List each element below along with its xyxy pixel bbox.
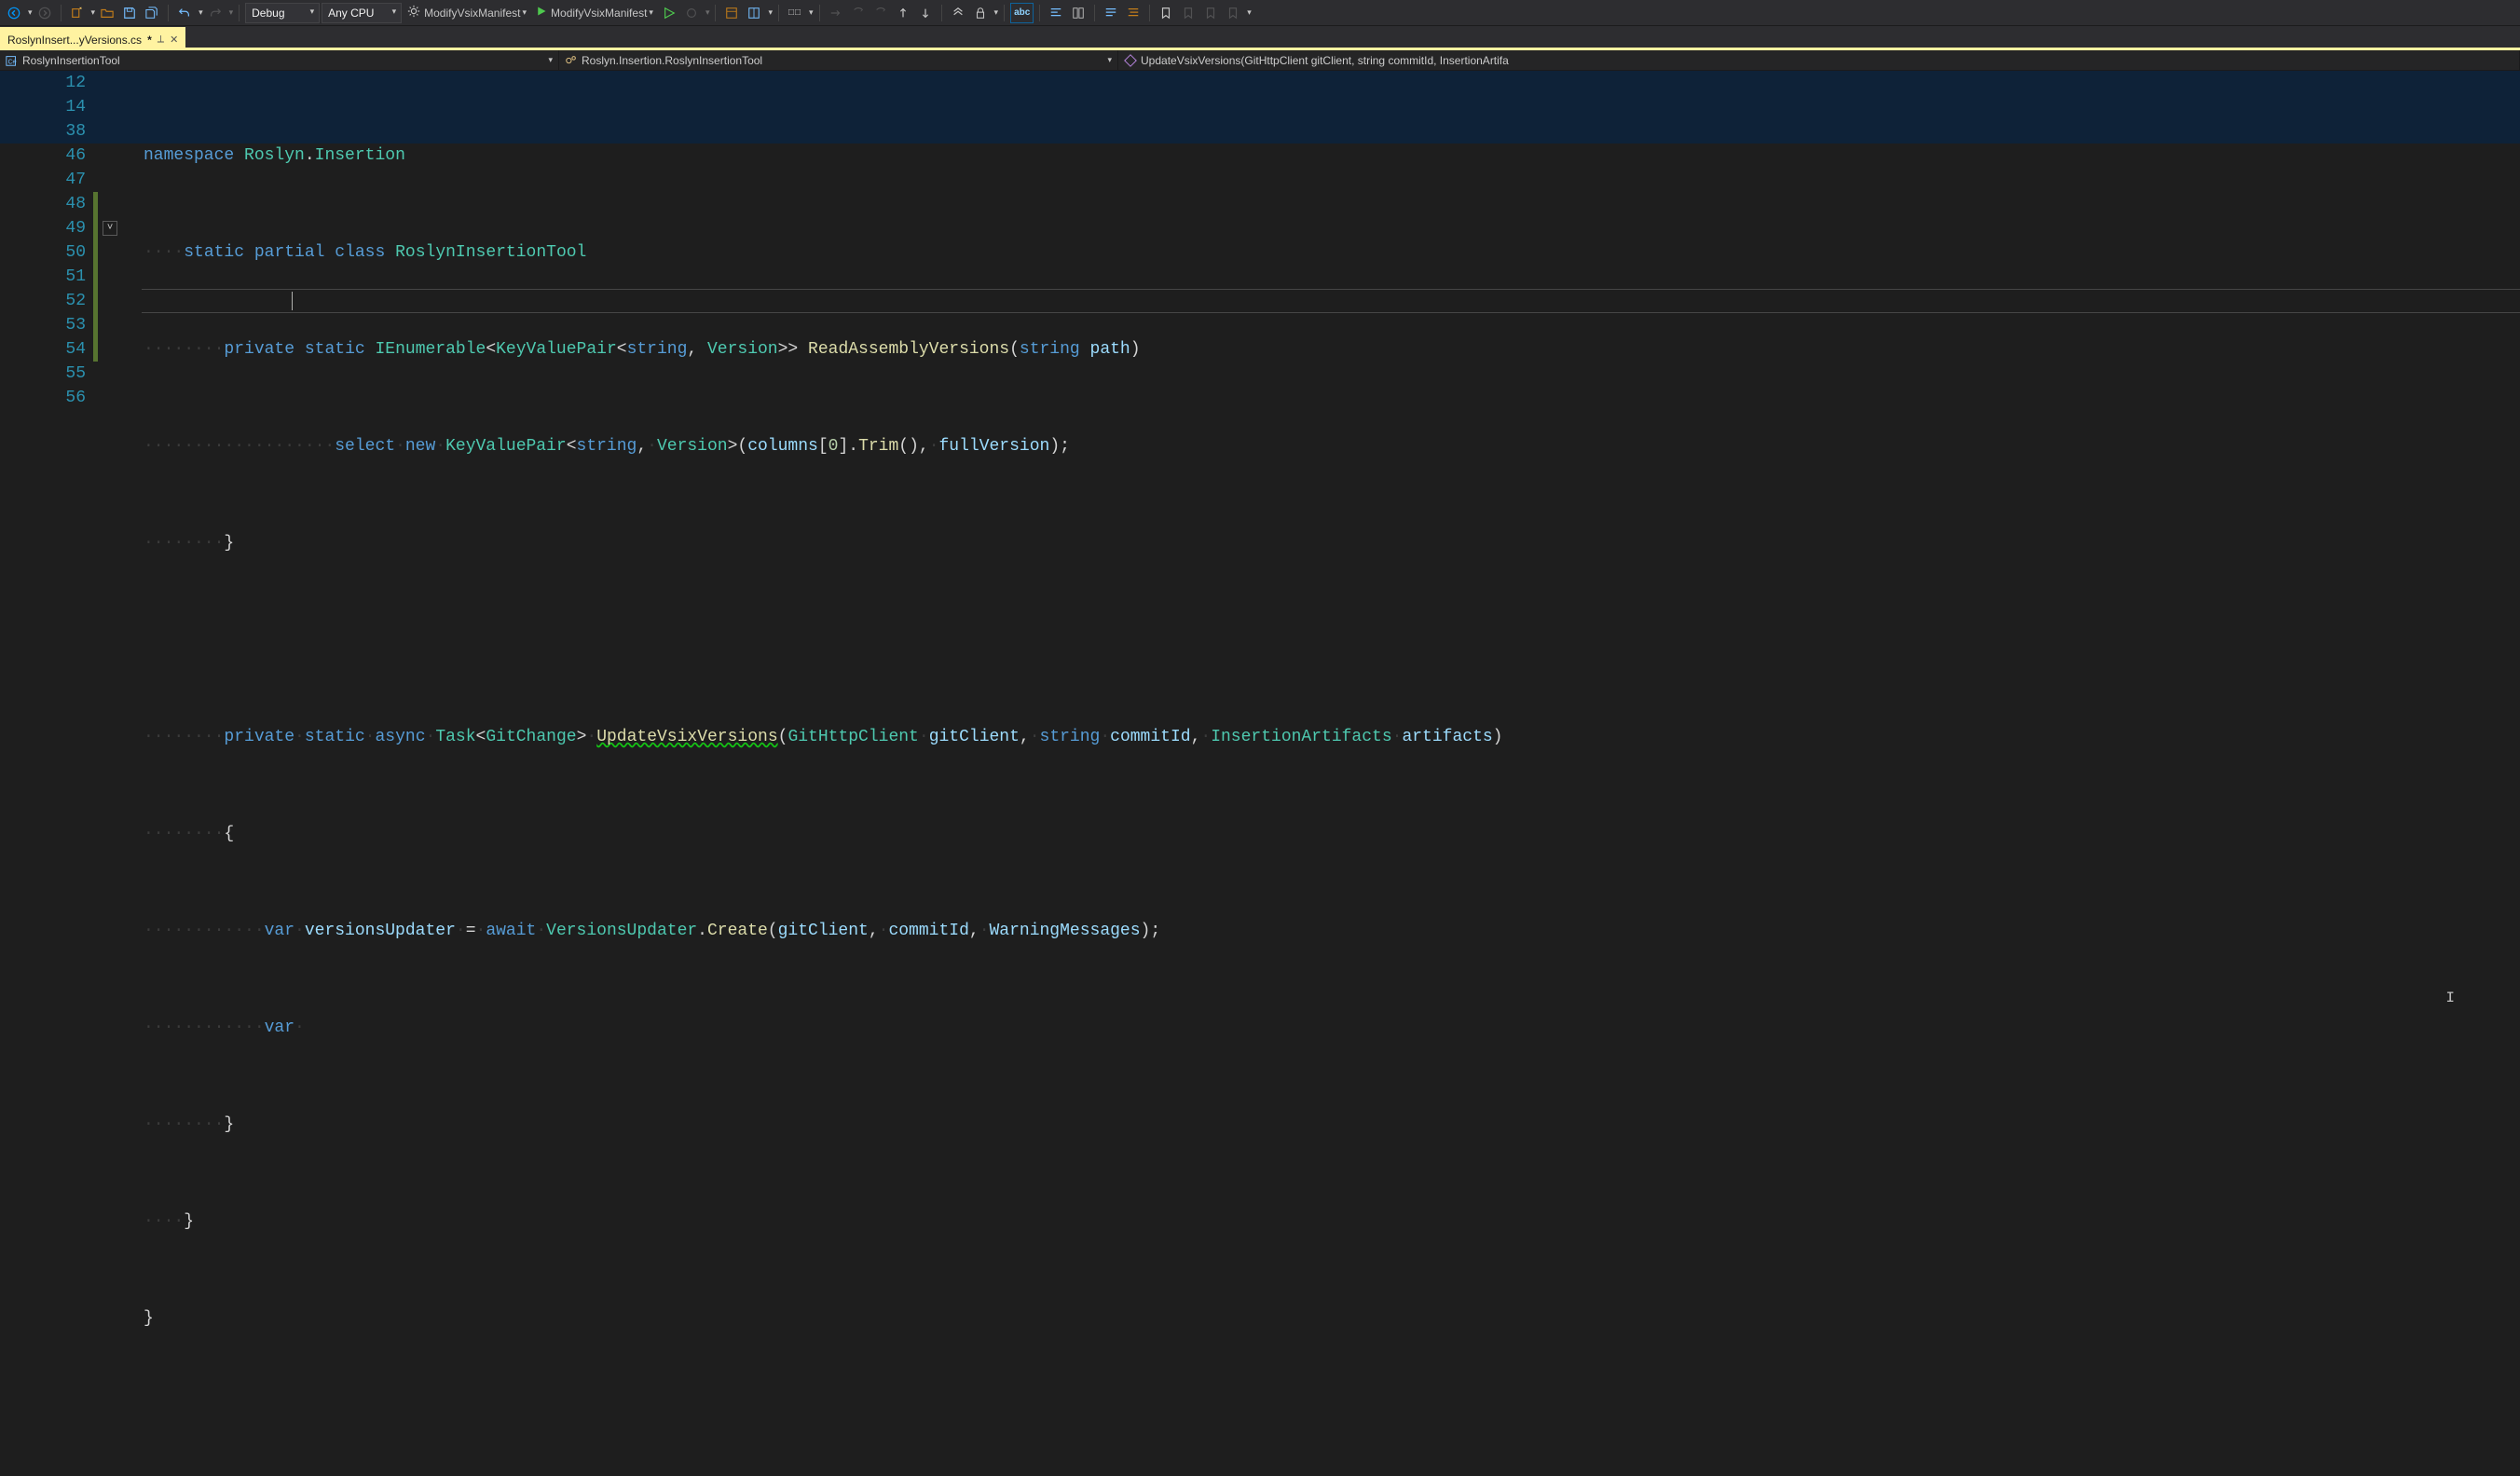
- save-all-icon[interactable]: [142, 3, 162, 23]
- code-line[interactable]: }: [144, 1306, 2520, 1331]
- open-file-icon[interactable]: [97, 3, 117, 23]
- undo-icon[interactable]: [174, 3, 195, 23]
- toolbar-separator: [168, 5, 169, 21]
- new-item-dropdown[interactable]: ▾: [91, 7, 96, 18]
- nav-forward-button: [34, 3, 55, 23]
- start-debug-button[interactable]: ModifyVsixManifest ▾: [532, 3, 657, 23]
- toolbar-separator: [61, 5, 62, 21]
- main-toolbar: ▾ ▾ ▾ ▾ Debug Any CPU ModifyVsixManifest…: [0, 0, 2520, 26]
- redo-icon[interactable]: [205, 3, 226, 23]
- line-number-gutter: 12 14 38 46 47 48 49 50 51 52 53 54 55 5…: [0, 71, 101, 1038]
- startup-project-button[interactable]: ModifyVsixManifest ▾: [404, 3, 530, 23]
- code-line[interactable]: ············var·versionsUpdater·=·await·…: [144, 919, 2520, 943]
- step-icon-3[interactable]: [870, 3, 891, 23]
- uncomment-icon[interactable]: [1123, 3, 1144, 23]
- code-editor[interactable]: 12 14 38 46 47 48 49 50 51 52 53 54 55 5…: [0, 71, 2520, 1038]
- class-icon: [565, 54, 578, 67]
- code-line[interactable]: ········}: [144, 531, 2520, 555]
- debug-target-icon[interactable]: [681, 3, 702, 23]
- start-debug-label: ModifyVsixManifest: [551, 7, 647, 20]
- nav-member-combo[interactable]: UpdateVsixVersions(GitHttpClient gitClie…: [1118, 50, 2520, 70]
- play-icon: [536, 6, 547, 20]
- code-line[interactable]: ············var·: [144, 1016, 2520, 1040]
- document-tab-well: RoslynInsert...yVersions.cs * ⟂ ✕: [0, 26, 2520, 50]
- collapse-icon[interactable]: [948, 3, 968, 23]
- toolbar-separator: [819, 5, 820, 21]
- code-line[interactable]: ········{: [144, 822, 2520, 846]
- toolbar-separator: [778, 5, 779, 21]
- code-line[interactable]: ···················select·new·KeyValuePa…: [144, 434, 2520, 458]
- toolbar-separator: [715, 5, 716, 21]
- toolbar-separator: [1004, 5, 1005, 21]
- nav-back-dropdown[interactable]: ▾: [28, 7, 33, 18]
- bookmark-next-icon[interactable]: [1200, 3, 1221, 23]
- window-layout-icon[interactable]: [721, 3, 742, 23]
- startup-project-label: ModifyVsixManifest: [424, 7, 520, 20]
- toolbar-overflow[interactable]: ▾: [1247, 7, 1252, 18]
- code-line[interactable]: ····static partial class RoslynInsertion…: [144, 240, 2520, 265]
- document-tab-active[interactable]: RoslynInsert...yVersions.cs * ⟂ ✕: [0, 27, 185, 50]
- method-icon: [1124, 54, 1137, 67]
- window-dropdown[interactable]: ▾: [768, 7, 773, 18]
- document-tab-dirty-indicator: *: [147, 34, 152, 47]
- lock-icon[interactable]: [970, 3, 991, 23]
- pin-icon[interactable]: ⟂: [158, 34, 164, 46]
- start-no-debug-icon[interactable]: [659, 3, 679, 23]
- abc-highlight-icon[interactable]: abc: [1010, 3, 1034, 23]
- arrow-up-icon[interactable]: [893, 3, 913, 23]
- code-line[interactable]: [144, 628, 2520, 652]
- comment-icon[interactable]: [1101, 3, 1121, 23]
- code-text-area[interactable]: namespace Roslyn.Insertion ····static pa…: [144, 71, 2520, 1476]
- nav-back-button[interactable]: [4, 3, 24, 23]
- close-icon[interactable]: ✕: [170, 34, 178, 46]
- nav-project-combo[interactable]: C# RoslynInsertionTool ▾: [0, 50, 559, 70]
- code-line[interactable]: ········}: [144, 1113, 2520, 1137]
- bookmark-clear-icon[interactable]: [1223, 3, 1243, 23]
- nav-type-combo[interactable]: Roslyn.Insertion.RoslynInsertionTool ▾: [559, 50, 1118, 70]
- csharp-project-icon: C#: [6, 54, 19, 67]
- gear-icon: [407, 5, 420, 20]
- code-line[interactable]: ········private static IEnumerable<KeyVa…: [144, 337, 2520, 362]
- toolbar-separator: [1149, 5, 1150, 21]
- tab-strip: [185, 27, 2520, 50]
- redo-dropdown[interactable]: ▾: [229, 7, 234, 18]
- svg-text:C#: C#: [8, 59, 17, 65]
- fold-toggle-icon[interactable]: ˅: [103, 221, 117, 236]
- toolbar-separator: [1094, 5, 1095, 21]
- bookmark-prev-icon[interactable]: [1178, 3, 1198, 23]
- toolbar-separator: [1039, 5, 1040, 21]
- document-tab-title: RoslynInsert...yVersions.cs: [7, 34, 142, 47]
- outlining-margin: ˅: [101, 71, 119, 1038]
- solution-platform-combo[interactable]: Any CPU: [322, 3, 402, 23]
- window-split-icon[interactable]: [744, 3, 764, 23]
- bookmark-icon[interactable]: [1156, 3, 1176, 23]
- format-icon-2[interactable]: [1068, 3, 1089, 23]
- lock-dropdown[interactable]: ▾: [994, 7, 999, 18]
- undo-dropdown[interactable]: ▾: [199, 7, 203, 18]
- step-icon-2[interactable]: [848, 3, 869, 23]
- live-share-icon[interactable]: □□: [785, 3, 805, 23]
- code-line[interactable]: ········private·static·async·Task<GitCha…: [144, 725, 2520, 749]
- code-line[interactable]: namespace Roslyn.Insertion: [144, 144, 2520, 168]
- debug-dropdown[interactable]: ▾: [705, 7, 710, 18]
- code-line[interactable]: [144, 1403, 2520, 1428]
- editor-nav-bar: C# RoslynInsertionTool ▾ Roslyn.Insertio…: [0, 50, 2520, 71]
- step-icon-1[interactable]: [826, 3, 846, 23]
- arrow-down-icon[interactable]: [915, 3, 936, 23]
- nav-project-label: RoslynInsertionTool: [22, 54, 120, 67]
- save-icon[interactable]: [119, 3, 140, 23]
- solution-config-combo[interactable]: Debug: [245, 3, 320, 23]
- nav-type-label: Roslyn.Insertion.RoslynInsertionTool: [582, 54, 762, 67]
- code-line[interactable]: ····}: [144, 1210, 2520, 1234]
- toolbar-separator: [941, 5, 942, 21]
- nav-member-label: UpdateVsixVersions(GitHttpClient gitClie…: [1141, 54, 1509, 67]
- format-icon-1[interactable]: [1046, 3, 1066, 23]
- toolbar-separator: [239, 5, 240, 21]
- new-item-icon[interactable]: [67, 3, 88, 23]
- live-share-dropdown[interactable]: ▾: [809, 7, 814, 18]
